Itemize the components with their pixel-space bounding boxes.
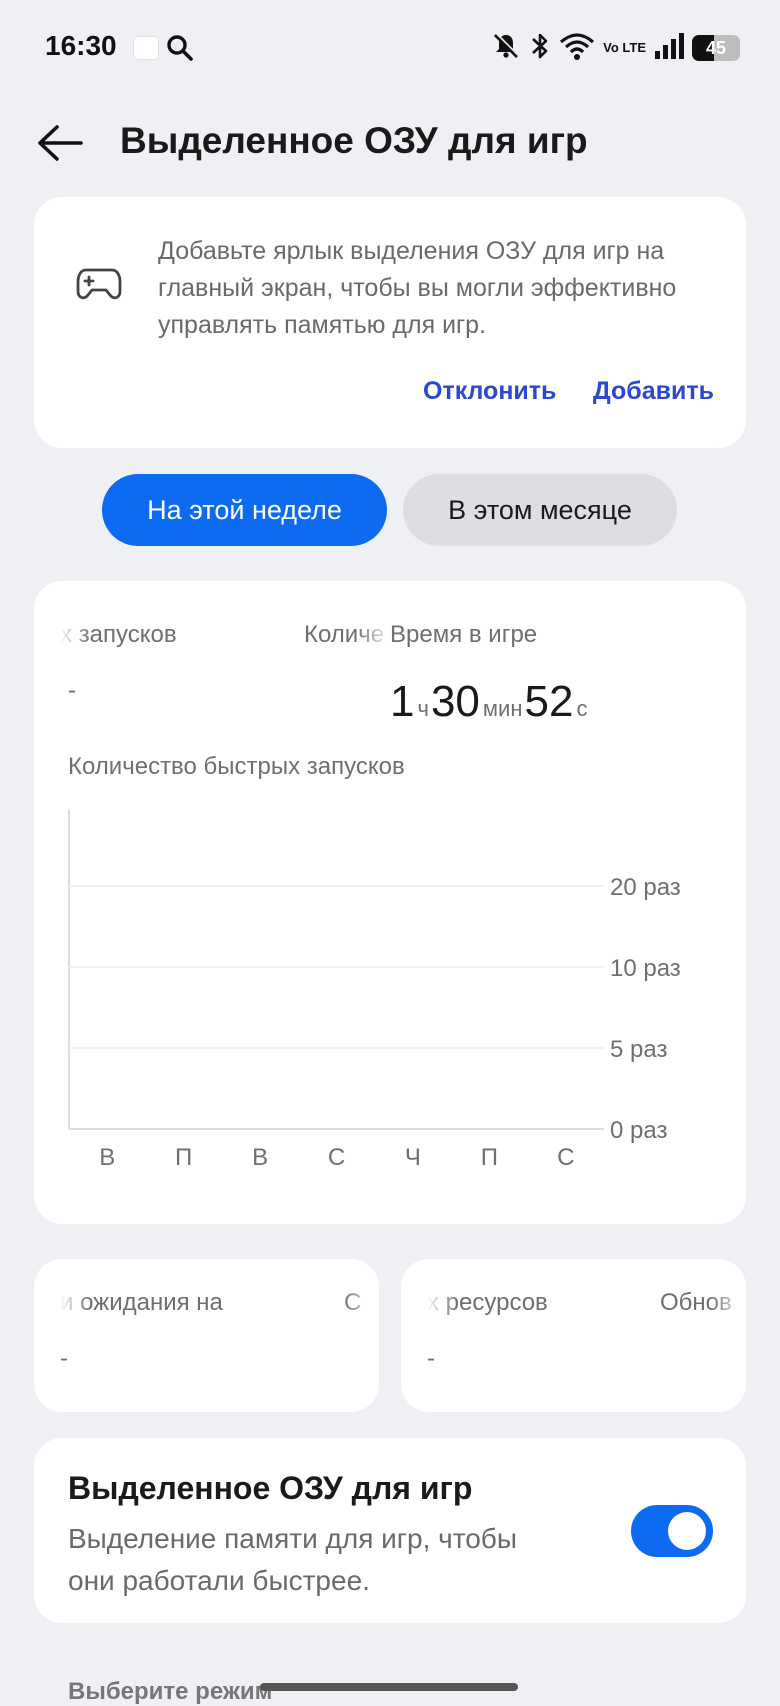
tab-this-week[interactable]: На этой неделе [102, 474, 387, 546]
chart-y-tick-label: 0 раз [610, 1117, 667, 1144]
status-bar: 16:30 Vo LTE 45 [0, 0, 780, 96]
chart-x-tick-label: В [252, 1144, 268, 1171]
ram-setting-description: Выделение памяти для игр, чтобы они рабо… [68, 1523, 517, 1596]
toggle-knob [668, 1512, 706, 1550]
search-icon [166, 34, 194, 67]
ram-toggle-switch[interactable] [631, 1505, 713, 1557]
page-title: Выделенное ОЗУ для игр [120, 120, 588, 161]
wifi-icon [559, 31, 595, 66]
gamepad-icon [76, 267, 122, 306]
back-button[interactable] [34, 120, 84, 166]
chart-x-tick-label: П [481, 1144, 498, 1171]
mute-notifications-icon [491, 31, 521, 66]
chart-x-tick-label: С [328, 1144, 345, 1171]
promo-text: Добавьте ярлык выделения ОЗУ для игр на … [158, 237, 677, 339]
chart-x-tick-label: Ч [405, 1144, 421, 1171]
app-header: Выделенное ОЗУ для игр [0, 110, 780, 176]
chart-x-tick-label: С [557, 1144, 574, 1171]
home-indicator[interactable] [260, 1683, 518, 1691]
volte-indicator: Vo LTE [603, 40, 646, 55]
ram-setting-title: Выделенное ОЗУ для игр [68, 1470, 473, 1506]
chart-y-tick-label: 10 раз [610, 955, 681, 982]
bluetooth-icon [529, 31, 551, 66]
add-shortcut-button[interactable]: Добавить [593, 377, 714, 406]
chart-x-tick-label: В [99, 1144, 115, 1171]
tab-this-month[interactable]: В этом месяце [403, 474, 677, 546]
battery-percent: 45 [705, 37, 727, 58]
chart-x-tick-label: П [175, 1144, 192, 1171]
cellular-signal-icon [654, 32, 684, 65]
app-notification-icon [133, 36, 159, 60]
quick-launch-chart: 0 раз 5 раз 10 раз 20 раз В П В С Ч П С [68, 809, 681, 1171]
arrow-left-icon [38, 125, 83, 161]
shortcut-promo-card: Добавьте ярлык выделения ОЗУ для игр на … [34, 197, 746, 448]
stats-card: х запусков - Количе Время в игре 1 ч30 мин… [34, 581, 746, 1224]
game-ram-toggle-card: Выделенное ОЗУ для игр Выделение памяти … [34, 1438, 746, 1623]
chart-y-tick-label: 5 раз [610, 1036, 667, 1063]
resources-value: - [427, 1345, 435, 1372]
dismiss-button[interactable]: Отклонить [423, 377, 556, 406]
chart-y-tick-label: 20 раз [610, 874, 681, 901]
status-time: 16:30 [45, 30, 117, 61]
waiting-time-card: и ожидания на С - [34, 1259, 379, 1412]
waiting-time-value: - [60, 1345, 68, 1372]
mode-section-label: Выберите режим [68, 1678, 273, 1705]
resources-card: х ресурсов Обнов - [401, 1259, 746, 1412]
battery-icon: 45 [692, 35, 740, 61]
